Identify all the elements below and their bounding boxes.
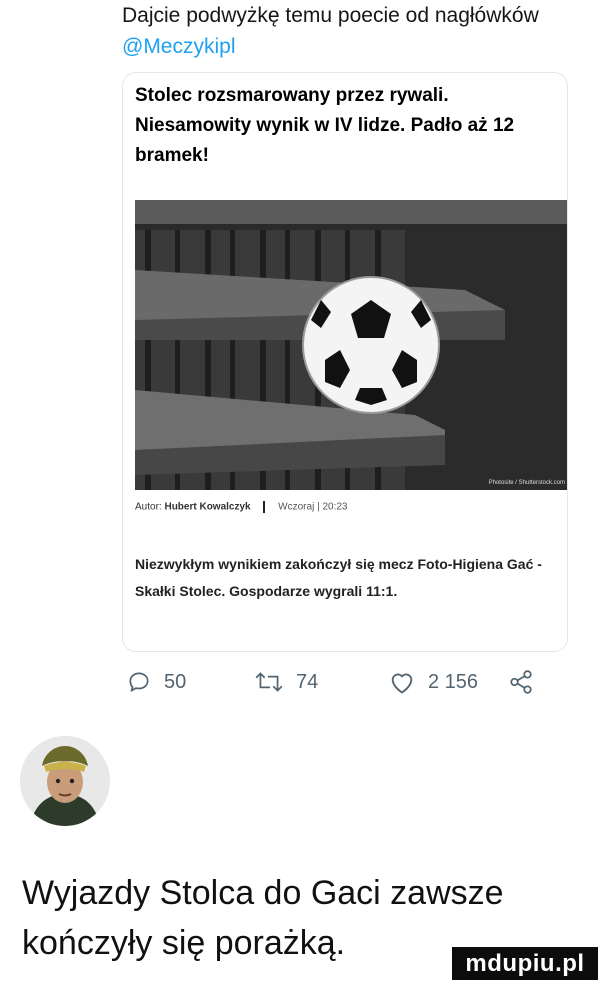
retweet-count: 74	[296, 670, 319, 693]
mention-link[interactable]: @Meczykipl	[122, 35, 236, 58]
avatar[interactable]	[20, 736, 110, 826]
photo-credit: Photosite / Shutterstock.com	[488, 480, 565, 486]
share-icon	[510, 670, 532, 694]
author-label: Autor:	[135, 501, 162, 513]
author-name: Hubert Kowalczyk	[164, 501, 251, 513]
like-button[interactable]: 2 156	[388, 664, 478, 700]
article-meta: Autor: Hubert Kowalczyk Wczoraj | 20:23	[135, 501, 347, 513]
share-button[interactable]	[508, 664, 534, 700]
avatar-image	[20, 736, 110, 826]
article-lead: Niezwykłym wynikiem zakończył się mecz F…	[135, 556, 542, 599]
tweet-actions: 50 74 2 156	[126, 664, 546, 704]
reply-icon	[129, 672, 149, 692]
site-watermark: mdupiu.pl	[452, 947, 598, 980]
reply-count: 50	[164, 670, 187, 693]
article-card[interactable]: Stolec rozsmarowany przez rywali. Niesam…	[122, 72, 568, 652]
like-count: 2 156	[428, 670, 479, 693]
article-date: Wczoraj | 20:23	[278, 501, 348, 513]
retweet-icon	[255, 672, 283, 692]
meta-divider	[263, 501, 266, 513]
article-headline: Stolec rozsmarowany przez rywali. Niesam…	[135, 85, 515, 166]
like-icon	[391, 673, 413, 694]
soccer-ball-on-bleachers-image	[135, 200, 567, 490]
reply-button[interactable]: 50	[126, 664, 186, 700]
article-photo: Photosite / Shutterstock.com	[135, 200, 567, 490]
tweet-text: Dajcie podwyżkę temu poecie od nagłówków…	[122, 0, 562, 62]
retweet-button[interactable]: 74	[254, 664, 318, 700]
tweet-text-body: Dajcie podwyżkę temu poecie od nagłówków	[122, 4, 539, 27]
